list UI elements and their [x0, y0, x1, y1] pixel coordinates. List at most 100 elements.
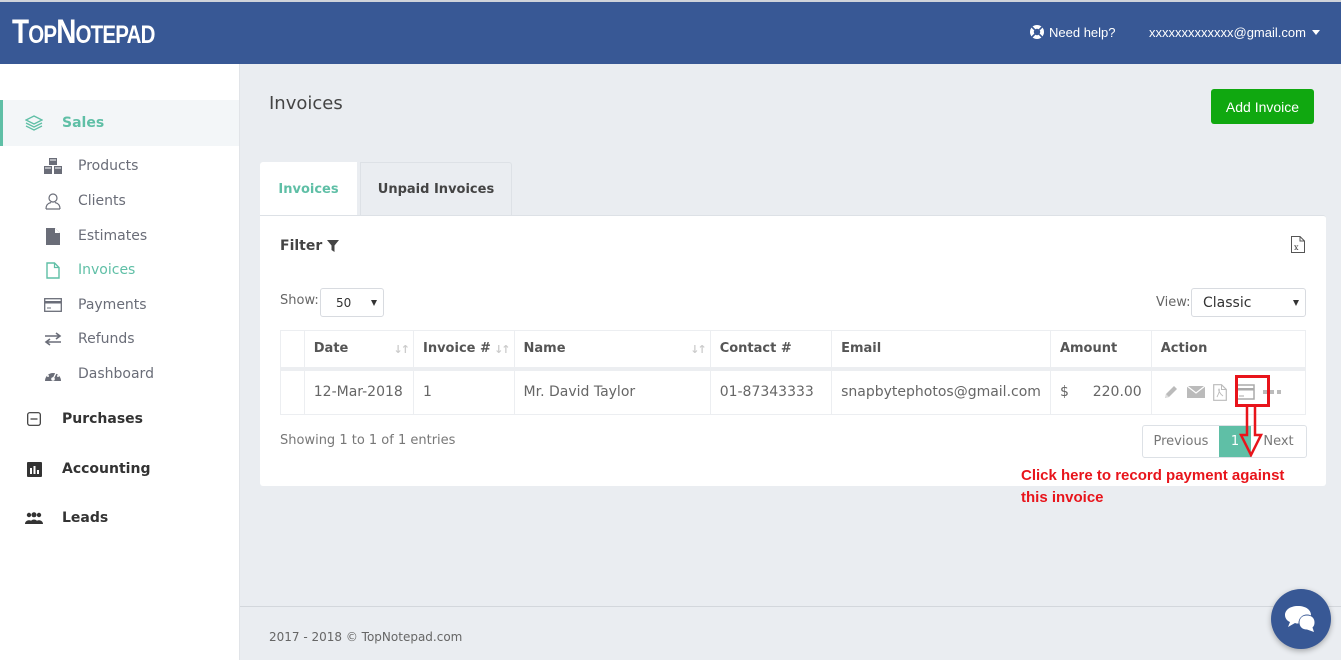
sidebar-item-sales[interactable]: Sales [0, 100, 239, 146]
table-row: 12-Mar-2018 1 Mr. David Taylor 01-873433… [280, 368, 1307, 415]
cell-name: Mr. David Taylor [513, 368, 711, 415]
column-header-contact: Contact # [709, 330, 833, 371]
row-select-cell[interactable] [280, 368, 305, 415]
export-excel-icon[interactable]: x [1291, 236, 1305, 257]
sidebar-item-leads[interactable]: Leads [0, 507, 239, 529]
cubes-icon [43, 157, 63, 174]
annotation-text: Click here to record payment against thi… [1021, 465, 1284, 509]
sort-icon: ↓↑ [494, 343, 511, 356]
sidebar-item-label: Products [78, 158, 139, 174]
annotation-highlight-box [1235, 375, 1270, 407]
exchange-icon [43, 331, 63, 347]
footer-copyright: 2017 - 2018 © TopNotepad.com [269, 630, 463, 644]
sidebar-item-label: Estimates [78, 228, 148, 244]
column-header-invoice-number[interactable]: Invoice # ↓↑ [412, 330, 515, 371]
sidebar-item-purchases[interactable]: Purchases [0, 408, 239, 430]
sidebar-item-accounting[interactable]: Accounting [0, 458, 239, 480]
pdf-file-icon[interactable] [1212, 383, 1227, 401]
cell-invoice-number: 1 [412, 368, 515, 415]
layers-icon [24, 115, 44, 131]
sidebar-item-label: Clients [78, 193, 126, 209]
need-help-label: Need help? [1049, 24, 1116, 40]
chevron-down-icon [1311, 30, 1320, 35]
column-header-label: Invoice # [422, 341, 491, 357]
column-header-email: Email [831, 330, 1051, 371]
user-menu[interactable]: xxxxxxxxxxxxx@gmail.com [1149, 25, 1320, 40]
file-outline-icon [43, 261, 63, 279]
table-header-row: Date ↓↑ Invoice # ↓↑ Name ↓↑ Contact # Emai… [280, 330, 1307, 371]
cell-amount: $ 220.00 [1049, 368, 1152, 415]
sidebar-item-label: Invoices [78, 262, 136, 278]
cell-date: 12-Mar-2018 [303, 368, 414, 415]
file-icon [43, 227, 63, 245]
tab-unpaid-invoices[interactable]: Unpaid Invoices [360, 162, 512, 216]
column-header-label: Date [313, 341, 349, 357]
cell-actions [1150, 368, 1307, 415]
users-icon [24, 510, 44, 526]
sidebar-item-payments[interactable]: Payments [0, 295, 239, 315]
sidebar-item-clients[interactable]: Clients [0, 191, 239, 211]
entries-info: Showing 1 to 1 of 1 entries [280, 433, 456, 448]
sidebar: Sales Products Clients Estimates Invoice… [0, 64, 240, 660]
email-envelope-icon[interactable] [1186, 385, 1205, 399]
annotation-text-line: Click here to record payment against [1021, 467, 1285, 484]
view-select[interactable]: Classic [1191, 288, 1306, 317]
currency-symbol: $ [1059, 384, 1069, 401]
cell-email: snapbytephotos@gmail.com [831, 368, 1051, 415]
column-header-action: Action [1150, 330, 1307, 371]
annotation-arrow-icon [1238, 405, 1264, 457]
pagination: Previous 1 Next [1142, 425, 1307, 458]
need-help-link[interactable]: Need help? [1029, 24, 1116, 40]
page-size-value: 50 [336, 295, 352, 310]
sidebar-item-products[interactable]: Products [0, 156, 239, 176]
page-size-select[interactable]: 50 [320, 288, 384, 317]
chat-bubbles-icon [1285, 606, 1316, 632]
filter-toggle[interactable]: Filter [280, 238, 340, 254]
view-value: Classic [1203, 294, 1252, 311]
filter-label: Filter [280, 238, 323, 254]
logo[interactable]: TOPNOTEPAD [12, 13, 155, 52]
sidebar-item-invoices[interactable]: Invoices [0, 260, 239, 280]
footer-divider [240, 606, 1341, 607]
sidebar-item-label: Dashboard [78, 366, 154, 382]
caret-down-icon [371, 300, 377, 306]
sidebar-item-label: Accounting [62, 461, 151, 477]
column-header-amount: Amount [1049, 330, 1152, 371]
dashboard-icon [43, 366, 63, 382]
column-header-label: Name [523, 341, 566, 357]
svg-text:x: x [1294, 243, 1299, 252]
sidebar-item-refunds[interactable]: Refunds [0, 329, 239, 349]
add-invoice-button[interactable]: Add Invoice [1211, 89, 1314, 124]
edit-pencil-icon[interactable] [1163, 384, 1179, 400]
column-header-date[interactable]: Date ↓↑ [303, 330, 414, 371]
column-header-select [280, 330, 305, 371]
sidebar-item-estimates[interactable]: Estimates [0, 226, 239, 246]
tab-invoices[interactable]: Invoices [260, 162, 357, 216]
show-label: Show: [280, 293, 319, 308]
sidebar-item-label: Refunds [78, 331, 135, 347]
user-icon [43, 192, 63, 210]
pagination-previous[interactable]: Previous [1143, 426, 1219, 457]
invoices-panel: Filter x Show: 50 View: Classic Date ↓↑ I… [260, 215, 1326, 486]
annotation-text-line: this invoice [1021, 489, 1104, 506]
sidebar-item-label: Purchases [62, 411, 144, 427]
column-header-name[interactable]: Name ↓↑ [513, 330, 711, 371]
filter-icon [327, 240, 340, 252]
live-chat-button[interactable] [1271, 589, 1331, 649]
sort-icon: ↓↑ [690, 343, 707, 356]
sidebar-item-label: Leads [62, 510, 109, 526]
top-bar: TOPNOTEPAD Need help? xxxxxxxxxxxxx@gmai… [0, 0, 1341, 64]
sidebar-item-dashboard[interactable]: Dashboard [0, 364, 239, 384]
life-ring-icon [1030, 25, 1044, 39]
sidebar-item-label: Payments [78, 297, 147, 313]
amount-value: 220.00 [1092, 384, 1142, 401]
sort-icon: ↓↑ [393, 343, 411, 356]
minus-square-icon [24, 411, 44, 427]
invoices-table: Date ↓↑ Invoice # ↓↑ Name ↓↑ Contact # Emai… [280, 330, 1307, 415]
cell-contact: 01-87343333 [709, 368, 833, 415]
view-label: View: [1156, 295, 1191, 310]
bar-chart-icon [24, 461, 44, 477]
credit-card-icon [43, 297, 63, 313]
caret-down-icon [1293, 300, 1299, 306]
page-title: Invoices [269, 93, 343, 114]
